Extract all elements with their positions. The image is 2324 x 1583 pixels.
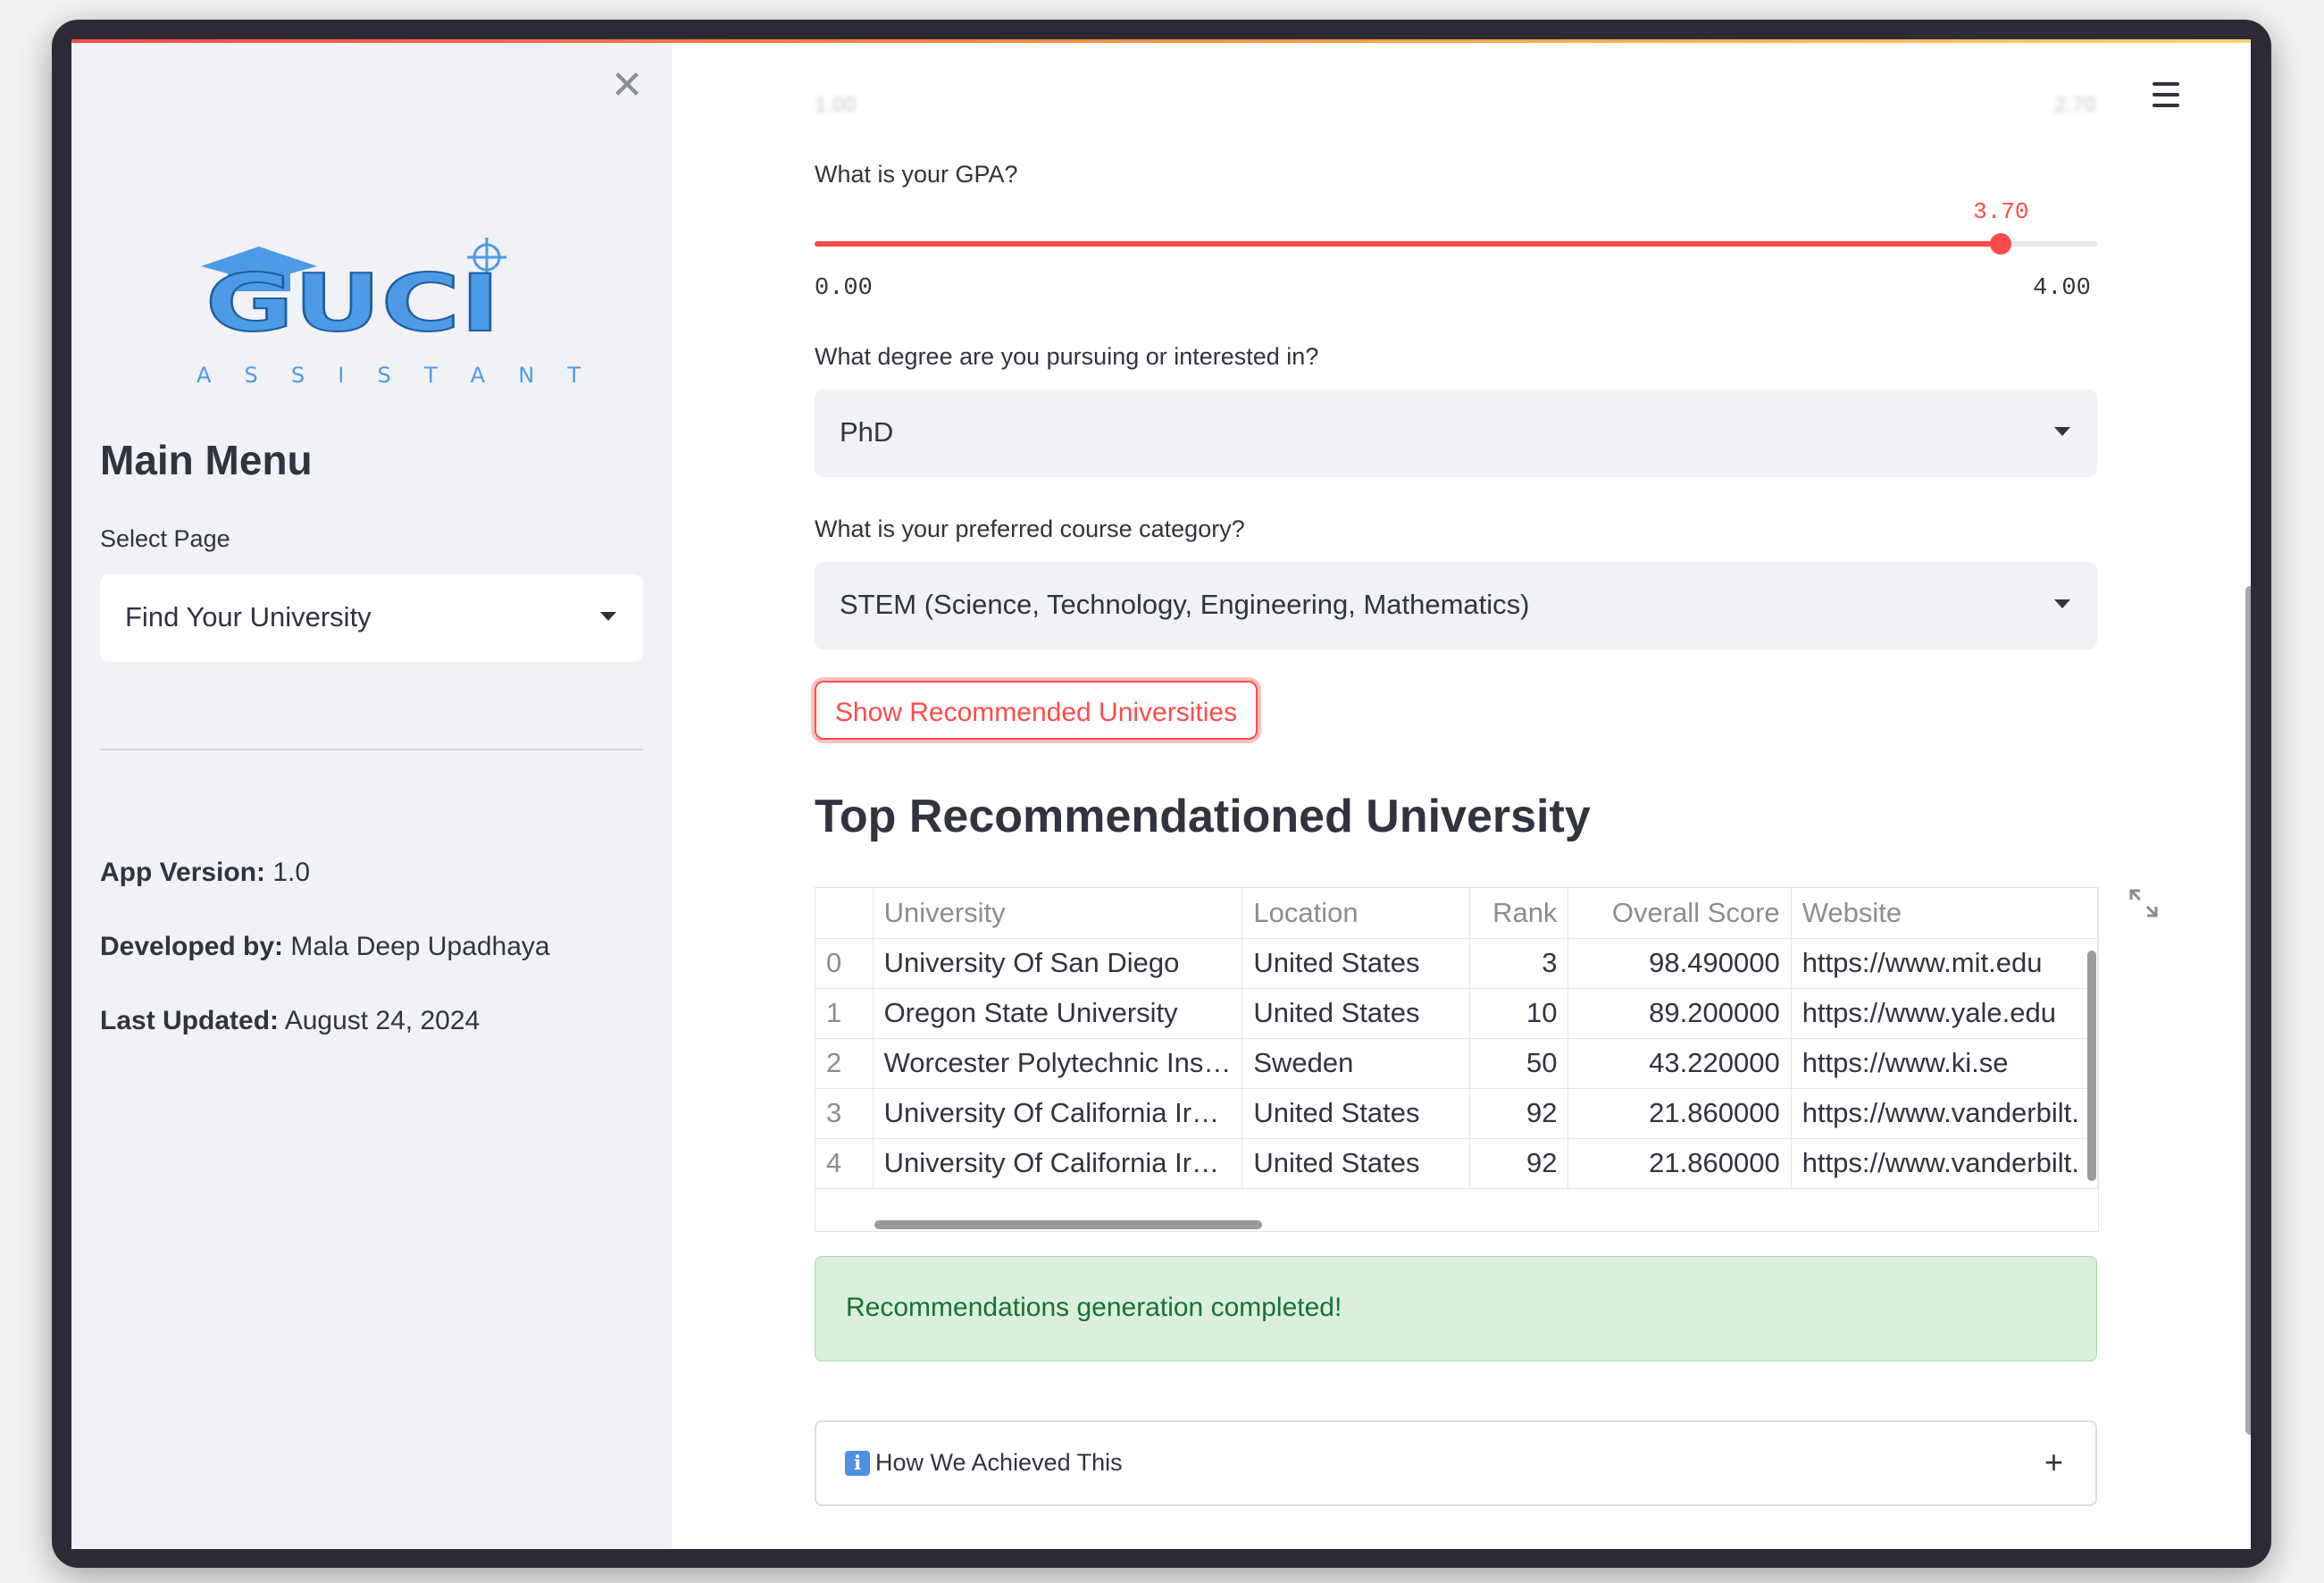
table-row[interactable]: 2 Worcester Polytechnic Ins… Sweden 50 4…	[815, 1038, 2098, 1089]
location-cell[interactable]: United States	[1241, 1088, 1470, 1139]
select-page-dropdown[interactable]: Find Your University	[100, 574, 643, 662]
overall-score-cell[interactable]: 43.220000	[1567, 1038, 1792, 1089]
last-updated-label: Last Updated:	[100, 1006, 280, 1035]
row-index: 1	[815, 988, 874, 1039]
fullscreen-expand-icon[interactable]	[2128, 887, 2160, 919]
location-cell[interactable]: Sweden	[1241, 1038, 1470, 1089]
developed-by-value: Mala Deep Upadhaya	[283, 932, 550, 961]
website-cell[interactable]: https://www.vanderbilt.	[1791, 1138, 2098, 1189]
location-cell[interactable]: United States	[1241, 988, 1470, 1039]
last-updated-value: August 24, 2024	[279, 1006, 481, 1035]
row-index: 4	[815, 1138, 874, 1189]
rank-cell[interactable]: 92	[1469, 1088, 1569, 1139]
university-cell[interactable]: Oregon State University	[873, 988, 1243, 1039]
guci-logo: GUCI A S S I S T A N T	[196, 238, 581, 388]
results-title: Top Recommendationed University	[815, 791, 1591, 842]
plus-icon: +	[2044, 1444, 2063, 1480]
previous-slider-min: 1.00	[815, 93, 857, 117]
website-cell[interactable]: https://www.mit.edu	[1791, 938, 2098, 989]
table-row[interactable]: 4 University Of California Ir… United St…	[815, 1138, 2098, 1189]
table-vertical-scrollbar[interactable]	[2087, 951, 2096, 1181]
website-cell[interactable]: https://www.yale.edu	[1791, 988, 2098, 1039]
rank-cell[interactable]: 50	[1469, 1038, 1569, 1089]
gpa-max-label: 4.00	[2033, 275, 2091, 302]
developed-by: Developed by: Mala Deep Upadhaya	[100, 932, 550, 962]
overall-score-cell[interactable]: 21.860000	[1567, 1138, 1792, 1189]
success-alert: Recommendations generation completed!	[815, 1256, 2097, 1361]
university-cell[interactable]: University Of California Ir…	[873, 1138, 1243, 1189]
gpa-slider-value: 3.70	[1973, 198, 2029, 225]
app-version-value: 1.0	[265, 858, 311, 887]
website-cell[interactable]: https://www.ki.se	[1791, 1038, 2098, 1089]
row-index: 3	[815, 1088, 874, 1139]
overall-score-cell[interactable]: 21.860000	[1567, 1088, 1792, 1139]
course-question: What is your preferred course category?	[815, 515, 1245, 542]
row-index: 0	[815, 938, 874, 989]
results-table[interactable]: University Location Rank Overall Score W…	[815, 887, 2099, 1232]
table-horizontal-scrollbar[interactable]	[874, 1220, 1262, 1229]
svg-text:A S S I S T A N T: A S S I S T A N T	[196, 363, 581, 388]
overall-score-cell[interactable]: 89.200000	[1567, 988, 1792, 1039]
table-header-row: University Location Rank Overall Score W…	[815, 888, 2098, 939]
select-page-value: Find Your University	[125, 601, 372, 632]
course-category-dropdown[interactable]: STEM (Science, Technology, Engineering, …	[815, 562, 2097, 649]
overall-score-cell[interactable]: 98.490000	[1567, 938, 1792, 989]
close-sidebar-icon[interactable]: ✕	[607, 66, 647, 105]
show-recommendations-button[interactable]: Show Recommended Universities	[815, 681, 1258, 740]
rank-cell[interactable]: 3	[1469, 938, 1569, 989]
gpa-slider[interactable]: 3.70	[815, 198, 2097, 255]
expander-label: How We Achieved This	[875, 1449, 1123, 1476]
university-cell[interactable]: Worcester Polytechnic Ins…	[873, 1038, 1243, 1089]
gpa-slider-fill	[815, 241, 2002, 247]
degree-question: What degree are you pursuing or interest…	[815, 343, 1319, 370]
university-cell[interactable]: University Of San Diego	[873, 938, 1243, 989]
column-header-website[interactable]: Website	[1791, 888, 2098, 939]
info-icon: i	[845, 1451, 870, 1476]
main-menu-title: Main Menu	[100, 437, 313, 483]
main-content: 1.00 2.70 What is your GPA? 3.70 0.00 4.…	[672, 43, 2251, 1549]
table-row[interactable]: 1 Oregon State University United States …	[815, 988, 2098, 1039]
gpa-slider-thumb[interactable]	[1990, 233, 2012, 255]
chevron-down-icon	[2054, 427, 2070, 436]
gpa-question: What is your GPA?	[815, 161, 1018, 188]
app-version-label: App Version:	[100, 858, 266, 887]
sidebar: ✕ GUCI A S S I S T A N T Main Menu Selec…	[71, 43, 672, 1549]
chevron-down-icon	[600, 612, 616, 621]
rank-cell[interactable]: 92	[1469, 1138, 1569, 1189]
last-updated: Last Updated: August 24, 2024	[100, 1006, 480, 1036]
degree-dropdown[interactable]: PhD	[815, 389, 2097, 477]
app-window: ✕ GUCI A S S I S T A N T Main Menu Selec…	[71, 39, 2251, 1549]
select-page-label: Select Page	[100, 525, 230, 552]
course-category-value: STEM (Science, Technology, Engineering, …	[840, 589, 1530, 620]
column-header-rank[interactable]: Rank	[1469, 888, 1569, 939]
table-row[interactable]: 3 University Of California Ir… United St…	[815, 1088, 2098, 1139]
chevron-down-icon	[2054, 599, 2070, 608]
column-header-university[interactable]: University	[873, 888, 1243, 939]
table-row[interactable]: 0 University Of San Diego United States …	[815, 938, 2098, 989]
rank-cell[interactable]: 10	[1469, 988, 1569, 1039]
developed-by-label: Developed by:	[100, 932, 284, 961]
app-version: App Version: 1.0	[100, 858, 310, 888]
how-we-achieved-expander[interactable]: i How We Achieved This +	[815, 1420, 2097, 1506]
page-scrollbar[interactable]	[2245, 586, 2251, 1435]
sidebar-divider	[100, 749, 643, 750]
column-header-overall-score[interactable]: Overall Score	[1567, 888, 1792, 939]
column-header-location[interactable]: Location	[1241, 888, 1470, 939]
website-cell[interactable]: https://www.vanderbilt.	[1791, 1088, 2098, 1139]
location-cell[interactable]: United States	[1241, 1138, 1470, 1189]
hamburger-menu-icon[interactable]	[2153, 82, 2181, 107]
gpa-min-label: 0.00	[815, 275, 873, 302]
svg-text:GUCI: GUCI	[205, 257, 500, 349]
column-header-index[interactable]	[815, 888, 874, 939]
success-message: Recommendations generation completed!	[846, 1293, 1342, 1322]
row-index: 2	[815, 1038, 874, 1089]
degree-value: PhD	[840, 416, 894, 448]
previous-slider-max: 2.70	[2054, 93, 2096, 117]
university-cell[interactable]: University Of California Ir…	[873, 1088, 1243, 1139]
location-cell[interactable]: United States	[1241, 938, 1470, 989]
